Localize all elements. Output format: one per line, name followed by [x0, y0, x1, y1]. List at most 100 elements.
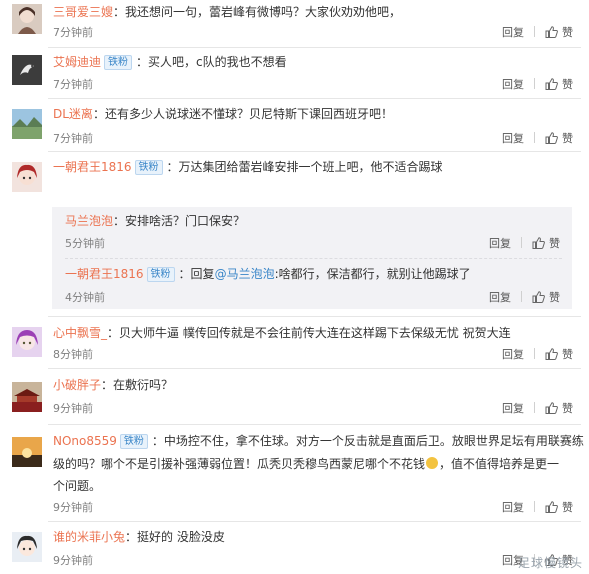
avatar[interactable] [12, 327, 42, 357]
reply-button[interactable]: 回复 [502, 501, 524, 514]
like-label: 赞 [549, 237, 560, 250]
comment-text: ：买人吧，c队的我也不想看 [136, 55, 287, 69]
avatar[interactable] [12, 382, 42, 412]
like-label: 赞 [562, 26, 573, 39]
username-link[interactable]: 一朝君王1816 [65, 267, 144, 281]
thumbs-up-icon [545, 348, 558, 360]
thumbs-up-icon [545, 402, 558, 414]
comment-item: 小破胖子：在敷衍吗？ 9分钟前 回复 赞 [0, 369, 589, 425]
comment-text: ：还有多少人说球迷不懂球？贝尼特斯下课回西班牙吧！ [92, 107, 393, 121]
like-button[interactable]: 赞 [545, 132, 573, 145]
comment-text-continued: 个问题。 [53, 479, 102, 493]
divider [65, 258, 562, 259]
comment-item: 一朝君王1816 铁粉 ：万达集团给蕾岩峰安排一个班上吧，他不适合踢球 马兰泡泡：安… [0, 152, 589, 314]
anime-avatar-icon [12, 162, 42, 192]
like-button[interactable]: 赞 [545, 26, 573, 39]
money-bag-icon [426, 457, 439, 469]
reply-actions: 回复 赞 [489, 291, 560, 305]
thumbs-up-icon [545, 78, 558, 90]
watermark: 足球慢镜头 [517, 556, 583, 570]
mention-link[interactable]: @马兰泡泡 [215, 267, 275, 281]
reply-line: 马兰泡泡：安排啥活？门口保安？ [65, 212, 245, 230]
comment-text: ：贝大师牛逼 幞传回传就是不会往前传大连在这样踢下去保级无忧 祝贺大连 [107, 326, 511, 340]
comment-item: 三哥爱三嫂：我还想问一句，蕾岩峰有微博吗？大家伙劝劝他吧， 7分钟前 回复 赞 [0, 0, 589, 47]
username-link[interactable]: 三哥爱三嫂 [53, 5, 113, 19]
comment-line: 谁的米菲小兔：挺好的 没脸没皮 [53, 528, 225, 546]
reply-button[interactable]: 回复 [502, 78, 524, 91]
timestamp: 9分钟前 [53, 554, 93, 567]
fan-badge: 铁粉 [146, 267, 175, 282]
timestamp: 5分钟前 [65, 237, 105, 250]
comment-text: ：挺好的 没脸没皮 [125, 530, 225, 544]
fan-badge: 铁粉 [104, 55, 133, 70]
sunset-avatar-icon [12, 437, 42, 467]
username-link[interactable]: 小破胖子 [53, 378, 101, 392]
like-label: 赞 [549, 291, 560, 304]
reply-text: :啥都行，保洁都行，就别让他踢球了 [274, 267, 471, 281]
comment-line: 一朝君王1816 铁粉 ：万达集团给蕾岩峰安排一个班上吧，他不适合踢球 [53, 158, 443, 176]
timestamp: 9分钟前 [53, 501, 93, 514]
thumbs-up-icon [545, 501, 558, 513]
comment-line: 心中飘雪_：贝大师牛逼 幞传回传就是不会往前传大连在这样踢下去保级无忧 祝贺大连 [53, 324, 511, 342]
reply-button[interactable]: 回复 [489, 237, 511, 250]
comment-line: 艾姆迪迪 铁粉 ：买人吧，c队的我也不想看 [53, 53, 287, 71]
comment-actions: 回复 赞 [502, 132, 573, 146]
username-link[interactable]: 艾姆迪迪 [53, 55, 101, 69]
reply-list: 马兰泡泡：安排啥活？门口保安？ 5分钟前 回复赞 一朝君王1816 铁粉 ：回复@马… [52, 207, 572, 309]
thumbs-up-icon [532, 291, 545, 303]
username-link[interactable]: NOno8559 [53, 434, 117, 448]
like-button[interactable]: 赞 [532, 291, 560, 304]
username-link[interactable]: 一朝君王1816 [53, 160, 132, 174]
like-button[interactable]: 赞 [545, 348, 573, 361]
avatar[interactable] [12, 4, 42, 34]
comment-item: 谁的米菲小兔：挺好的 没脸没皮 9分钟前 回复赞 [0, 522, 589, 574]
avatar[interactable] [12, 437, 42, 467]
comment-item: DL迷离：还有多少人说球迷不懂球？贝尼特斯下课回西班牙吧！ 7分钟前 回复 赞 [0, 99, 589, 151]
comment-actions: 回复 赞 [502, 26, 573, 40]
girl-avatar-icon [12, 4, 42, 34]
reply-button[interactable]: 回复 [502, 26, 524, 39]
timestamp: 7分钟前 [53, 26, 93, 39]
comment-line: 三哥爱三嫂：我还想问一句，蕾岩峰有微博吗？大家伙劝劝他吧， [53, 3, 401, 21]
reply-button[interactable]: 回复 [489, 291, 511, 304]
like-label: 赞 [562, 132, 573, 145]
timestamp: 7分钟前 [53, 132, 93, 145]
comment-actions: 回复 赞 [502, 501, 573, 515]
like-button[interactable]: 赞 [545, 402, 573, 415]
like-button[interactable]: 赞 [532, 237, 560, 250]
timestamp: 9分钟前 [53, 402, 93, 415]
reply-button[interactable]: 回复 [502, 402, 524, 415]
like-label: 赞 [562, 501, 573, 514]
avatar[interactable] [12, 162, 42, 192]
reply-button[interactable]: 回复 [502, 348, 524, 361]
comment-line: NOno8559 铁粉 ：中场控不住，拿不住球。对方一个反击就是直面后卫。放眼世界足… [53, 432, 584, 450]
username-link[interactable]: 心中飘雪_ [53, 326, 107, 340]
purple-avatar-icon [12, 327, 42, 357]
like-button[interactable]: 赞 [545, 501, 573, 514]
like-label: 赞 [562, 78, 573, 91]
cartoon-avatar-icon [12, 532, 42, 562]
comment-line: DL迷离：还有多少人说球迷不懂球？贝尼特斯下课回西班牙吧！ [53, 105, 393, 123]
thumbs-up-icon [532, 237, 545, 249]
temple-avatar-icon [12, 382, 42, 412]
like-button[interactable]: 赞 [545, 78, 573, 91]
comment-text: ，值不值得培养是更一 [439, 457, 560, 471]
comment-text-continued: 级的吗？哪个不是引援补强薄弱位置！瓜秃贝秃穆鸟西蒙尼哪个不花钱 ，值不值得培养是更… [53, 455, 559, 473]
avatar[interactable] [12, 532, 42, 562]
comment-actions: 回复 赞 [502, 348, 573, 362]
avatar[interactable] [12, 55, 42, 85]
reply-line: 一朝君王1816 铁粉 ：回复@马兰泡泡:啥都行，保洁都行，就别让他踢球了 [65, 265, 471, 283]
username-link[interactable]: 谁的米菲小兔 [53, 530, 125, 544]
timestamp: 8分钟前 [53, 348, 93, 361]
comment-actions: 回复 赞 [502, 78, 573, 92]
comment-line: 小破胖子：在敷衍吗？ [53, 376, 173, 394]
avatar[interactable] [12, 109, 42, 139]
comment-item: 艾姆迪迪 铁粉 ：买人吧，c队的我也不想看 7分钟前 回复 赞 [0, 48, 589, 98]
like-label: 赞 [562, 402, 573, 415]
comment-item: 心中飘雪_：贝大师牛逼 幞传回传就是不会往前传大连在这样踢下去保级无忧 祝贺大连… [0, 317, 589, 367]
comment-text: ：中场控不住，拿不住球。对方一个反击就是直面后卫。放眼世界足坛有用联赛练 [151, 434, 584, 448]
fan-badge: 铁粉 [134, 160, 163, 175]
username-link[interactable]: 马兰泡泡 [65, 214, 113, 228]
reply-button[interactable]: 回复 [502, 132, 524, 145]
username-link[interactable]: DL迷离 [53, 107, 93, 121]
